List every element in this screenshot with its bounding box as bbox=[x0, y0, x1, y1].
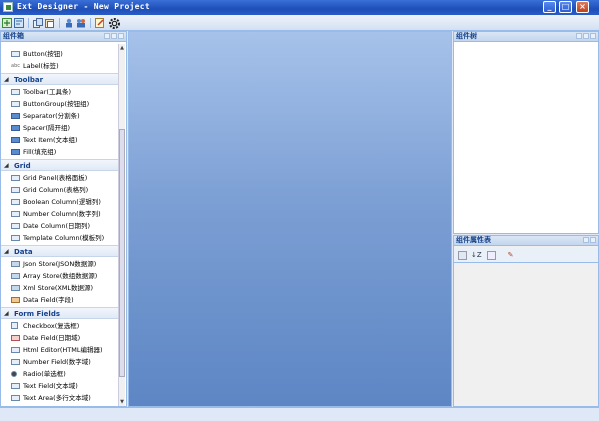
list-item[interactable]: Array Store(数组数据源) bbox=[1, 270, 119, 282]
group-header-toolbar[interactable]: ◢ Toolbar bbox=[1, 73, 119, 85]
list-item[interactable]: Text Field(文本域) bbox=[1, 380, 119, 392]
grid-column-icon bbox=[11, 223, 20, 229]
component-list-scrollbar[interactable]: ▲ ▼ bbox=[118, 44, 125, 406]
edit-property-icon[interactable]: ✎ bbox=[506, 251, 515, 260]
list-item[interactable]: Xml Store(XML数据源) bbox=[1, 282, 119, 294]
list-item[interactable]: Boolean Column(逻辑列) bbox=[1, 196, 119, 208]
component-icon bbox=[11, 149, 20, 155]
sort-icon[interactable]: ↓Z bbox=[471, 251, 482, 260]
component-tree-panel: 组件树 bbox=[453, 31, 599, 234]
settings-gear-icon[interactable] bbox=[109, 18, 120, 29]
label-icon: abc bbox=[11, 63, 20, 69]
text-field-icon bbox=[11, 383, 20, 389]
grid-column-icon bbox=[11, 235, 20, 241]
scrollbar-thumb[interactable] bbox=[119, 129, 125, 377]
list-item[interactable]: Spacer(隔开组) bbox=[1, 122, 119, 134]
categorize-icon[interactable] bbox=[458, 251, 467, 260]
toolbar-icon bbox=[11, 89, 20, 95]
group-header-grid[interactable]: ◢ Grid bbox=[1, 159, 119, 171]
close-button[interactable]: × bbox=[576, 1, 589, 13]
button-icon bbox=[11, 51, 20, 57]
status-bar bbox=[0, 407, 599, 421]
checkbox-icon bbox=[11, 322, 18, 329]
store-icon bbox=[11, 273, 20, 279]
text-area-icon bbox=[11, 395, 20, 401]
list-item[interactable]: Text Item(文本组) bbox=[1, 134, 119, 146]
scroll-up-arrow-icon[interactable]: ▲ bbox=[119, 45, 125, 51]
list-item[interactable]: Number Field(数字域) bbox=[1, 356, 119, 368]
property-grid-panel: 组件属性表 ↓Z ✎ bbox=[453, 235, 599, 407]
property-toolbar: ↓Z ✎ bbox=[454, 248, 598, 263]
app-icon bbox=[3, 2, 13, 12]
date-field-icon bbox=[11, 335, 20, 341]
list-item[interactable]: Date Field(日期域) bbox=[1, 332, 119, 344]
list-item[interactable]: Checkbox(复选框) bbox=[1, 320, 119, 332]
list-item[interactable]: Number Column(数字列) bbox=[1, 208, 119, 220]
component-icon bbox=[11, 137, 20, 143]
list-item[interactable]: abc Label(标签) bbox=[1, 60, 119, 72]
collapse-icon[interactable] bbox=[118, 33, 124, 39]
component-box-panel: 组件箱 Button(按钮) abc Label(标签) ◢ Toolbar Too… bbox=[0, 31, 127, 407]
buttongroup-icon bbox=[11, 101, 20, 107]
grid-column-icon bbox=[11, 211, 20, 217]
design-canvas[interactable] bbox=[128, 31, 452, 407]
number-field-icon bbox=[11, 359, 20, 365]
grid-column-icon bbox=[11, 187, 20, 193]
radio-icon bbox=[11, 371, 17, 377]
group-header-data[interactable]: ◢ Data bbox=[1, 245, 119, 257]
list-item[interactable]: Data Field(字段) bbox=[1, 294, 119, 306]
store-icon bbox=[11, 261, 20, 267]
list-item[interactable]: Radio(单选框) bbox=[1, 368, 119, 380]
copy-icon[interactable] bbox=[33, 18, 43, 28]
grid-icon bbox=[11, 175, 20, 181]
list-item[interactable]: Date Column(日期列) bbox=[1, 220, 119, 232]
html-editor-icon bbox=[11, 347, 20, 353]
title-bar: Ext Designer - New Project _ □ × bbox=[0, 0, 599, 15]
list-item[interactable]: Html Editor(HTML编辑器) bbox=[1, 344, 119, 356]
property-grid-title: 组件属性表 bbox=[456, 236, 491, 244]
list-item[interactable]: Text Area(多行文本域) bbox=[1, 392, 119, 404]
component-icon[interactable] bbox=[64, 18, 74, 28]
list-item[interactable]: Button(按钮) bbox=[1, 48, 119, 60]
collapse-icon[interactable] bbox=[590, 33, 596, 39]
collapse-icon[interactable] bbox=[590, 237, 596, 243]
component-box-title: 组件箱 bbox=[3, 32, 24, 40]
grid-column-icon bbox=[11, 199, 20, 205]
list-item[interactable]: Separator(分割条) bbox=[1, 110, 119, 122]
main-toolbar bbox=[0, 15, 599, 31]
add-icon[interactable] bbox=[14, 18, 24, 28]
minimize-button[interactable]: _ bbox=[543, 1, 556, 13]
list-item[interactable]: Template Column(模板列) bbox=[1, 232, 119, 244]
users-icon[interactable] bbox=[76, 18, 86, 28]
component-icon bbox=[11, 113, 20, 119]
window-title: Ext Designer - New Project bbox=[17, 2, 151, 11]
panel-tool-icon[interactable] bbox=[104, 33, 110, 39]
list-item[interactable]: Json Store(JSON数据源) bbox=[1, 258, 119, 270]
component-icon bbox=[11, 125, 20, 131]
store-icon bbox=[11, 285, 20, 291]
component-tree-header: 组件树 bbox=[453, 31, 599, 42]
group-header-form-fields[interactable]: ◢ Form Fields bbox=[1, 307, 119, 319]
list-item[interactable]: ButtonGroup(按钮组) bbox=[1, 98, 119, 110]
component-list: Button(按钮) abc Label(标签) ◢ Toolbar Toolbar… bbox=[1, 43, 119, 406]
list-item[interactable]: Grid Column(表格列) bbox=[1, 184, 119, 196]
component-tree-title: 组件树 bbox=[456, 32, 477, 40]
scroll-down-arrow-icon[interactable]: ▼ bbox=[119, 399, 125, 405]
list-item[interactable]: Grid Panel(表格面板) bbox=[1, 172, 119, 184]
panel-tool-icon[interactable] bbox=[576, 33, 582, 39]
maximize-button[interactable]: □ bbox=[559, 1, 572, 13]
panel-tool-icon[interactable] bbox=[111, 33, 117, 39]
property-grid-header: 组件属性表 bbox=[453, 235, 599, 246]
edit-icon[interactable] bbox=[95, 18, 105, 28]
field-icon bbox=[11, 297, 20, 303]
component-box-header: 组件箱 bbox=[0, 31, 127, 42]
panel-tool-icon[interactable] bbox=[583, 237, 589, 243]
new-project-icon[interactable] bbox=[2, 18, 12, 28]
panel-tool-icon[interactable] bbox=[583, 33, 589, 39]
paste-icon[interactable] bbox=[45, 18, 55, 28]
list-item[interactable]: Fill(填充组) bbox=[1, 146, 119, 158]
view-icon[interactable] bbox=[487, 251, 496, 260]
list-item[interactable]: Toolbar(工具条) bbox=[1, 86, 119, 98]
